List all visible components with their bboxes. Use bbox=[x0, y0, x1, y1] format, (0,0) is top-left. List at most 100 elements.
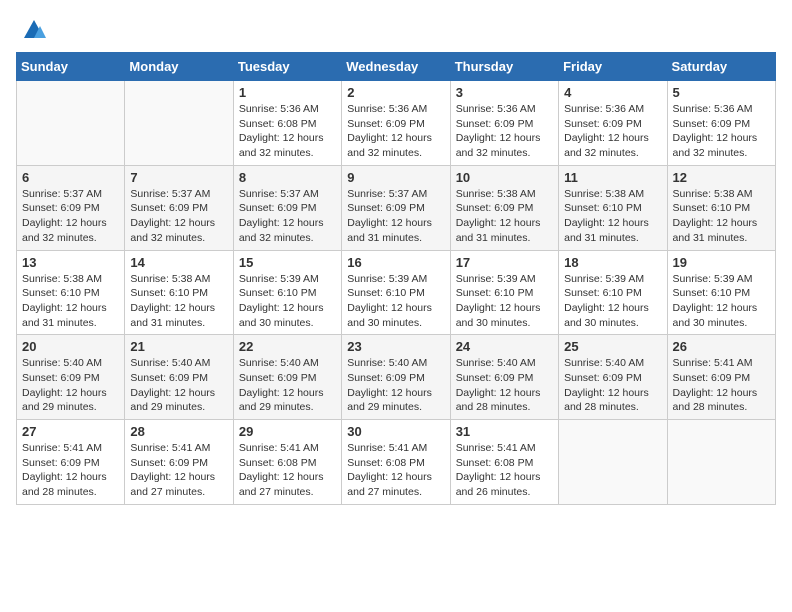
calendar-table: SundayMondayTuesdayWednesdayThursdayFrid… bbox=[16, 52, 776, 505]
day-info: Sunrise: 5:38 AM Sunset: 6:10 PM Dayligh… bbox=[673, 187, 770, 246]
calendar-cell: 23 Sunrise: 5:40 AM Sunset: 6:09 PM Dayli… bbox=[342, 335, 450, 420]
day-info: Sunrise: 5:36 AM Sunset: 6:09 PM Dayligh… bbox=[673, 102, 770, 161]
day-number: 15 bbox=[239, 255, 336, 270]
calendar-cell: 3 Sunrise: 5:36 AM Sunset: 6:09 PM Daylig… bbox=[450, 81, 558, 166]
calendar-cell: 11 Sunrise: 5:38 AM Sunset: 6:10 PM Dayli… bbox=[559, 165, 667, 250]
calendar-header-row: SundayMondayTuesdayWednesdayThursdayFrid… bbox=[17, 53, 776, 81]
calendar-cell: 22 Sunrise: 5:40 AM Sunset: 6:09 PM Dayli… bbox=[233, 335, 341, 420]
day-info: Sunrise: 5:40 AM Sunset: 6:09 PM Dayligh… bbox=[347, 356, 444, 415]
calendar-cell: 6 Sunrise: 5:37 AM Sunset: 6:09 PM Daylig… bbox=[17, 165, 125, 250]
day-number: 11 bbox=[564, 170, 661, 185]
day-info: Sunrise: 5:38 AM Sunset: 6:10 PM Dayligh… bbox=[130, 272, 227, 331]
calendar-cell: 9Sunrise: 5:37 AM Sunset: 6:09 PM Daylig… bbox=[342, 165, 450, 250]
day-info: Sunrise: 5:37 AM Sunset: 6:09 PM Dayligh… bbox=[239, 187, 336, 246]
calendar-header-sunday: Sunday bbox=[17, 53, 125, 81]
calendar-cell: 25 Sunrise: 5:40 AM Sunset: 6:09 PM Dayli… bbox=[559, 335, 667, 420]
day-info: Sunrise: 5:38 AM Sunset: 6:09 PM Dayligh… bbox=[456, 187, 553, 246]
calendar-cell: 31 Sunrise: 5:41 AM Sunset: 6:08 PM Dayli… bbox=[450, 420, 558, 505]
day-info: Sunrise: 5:37 AM Sunset: 6:09 PM Dayligh… bbox=[22, 187, 119, 246]
calendar-cell: 24 Sunrise: 5:40 AM Sunset: 6:09 PM Dayli… bbox=[450, 335, 558, 420]
day-number: 12 bbox=[673, 170, 770, 185]
day-number: 13 bbox=[22, 255, 119, 270]
calendar-cell bbox=[667, 420, 775, 505]
calendar-header-wednesday: Wednesday bbox=[342, 53, 450, 81]
calendar-cell: 14 Sunrise: 5:38 AM Sunset: 6:10 PM Dayli… bbox=[125, 250, 233, 335]
calendar-cell: 8 Sunrise: 5:37 AM Sunset: 6:09 PM Daylig… bbox=[233, 165, 341, 250]
calendar-cell: 20Sunrise: 5:40 AM Sunset: 6:09 PM Dayli… bbox=[17, 335, 125, 420]
calendar-week-row: 27 Sunrise: 5:41 AM Sunset: 6:09 PM Dayli… bbox=[17, 420, 776, 505]
day-number: 14 bbox=[130, 255, 227, 270]
day-number: 20 bbox=[22, 339, 119, 354]
day-number: 25 bbox=[564, 339, 661, 354]
day-number: 30 bbox=[347, 424, 444, 439]
calendar-header-tuesday: Tuesday bbox=[233, 53, 341, 81]
day-number: 1 bbox=[239, 85, 336, 100]
day-number: 7 bbox=[130, 170, 227, 185]
logo bbox=[16, 16, 48, 44]
day-info: Sunrise: 5:41 AM Sunset: 6:08 PM Dayligh… bbox=[456, 441, 553, 500]
day-info: Sunrise: 5:39 AM Sunset: 6:10 PM Dayligh… bbox=[347, 272, 444, 331]
day-number: 23 bbox=[347, 339, 444, 354]
day-number: 29 bbox=[239, 424, 336, 439]
day-number: 17 bbox=[456, 255, 553, 270]
day-info: Sunrise: 5:39 AM Sunset: 6:10 PM Dayligh… bbox=[564, 272, 661, 331]
day-number: 10 bbox=[456, 170, 553, 185]
day-number: 2 bbox=[347, 85, 444, 100]
calendar-cell: 18 Sunrise: 5:39 AM Sunset: 6:10 PM Dayli… bbox=[559, 250, 667, 335]
calendar-cell: 5Sunrise: 5:36 AM Sunset: 6:09 PM Daylig… bbox=[667, 81, 775, 166]
day-info: Sunrise: 5:37 AM Sunset: 6:09 PM Dayligh… bbox=[130, 187, 227, 246]
calendar-cell: 4 Sunrise: 5:36 AM Sunset: 6:09 PM Daylig… bbox=[559, 81, 667, 166]
page-header bbox=[16, 16, 776, 44]
day-info: Sunrise: 5:39 AM Sunset: 6:10 PM Dayligh… bbox=[673, 272, 770, 331]
calendar-cell bbox=[17, 81, 125, 166]
day-number: 22 bbox=[239, 339, 336, 354]
calendar-cell: 12 Sunrise: 5:38 AM Sunset: 6:10 PM Dayli… bbox=[667, 165, 775, 250]
day-info: Sunrise: 5:40 AM Sunset: 6:09 PM Dayligh… bbox=[239, 356, 336, 415]
calendar-cell bbox=[125, 81, 233, 166]
calendar-week-row: 6 Sunrise: 5:37 AM Sunset: 6:09 PM Daylig… bbox=[17, 165, 776, 250]
day-info: Sunrise: 5:41 AM Sunset: 6:08 PM Dayligh… bbox=[239, 441, 336, 500]
day-number: 19 bbox=[673, 255, 770, 270]
day-number: 21 bbox=[130, 339, 227, 354]
day-info: Sunrise: 5:41 AM Sunset: 6:09 PM Dayligh… bbox=[130, 441, 227, 500]
day-info: Sunrise: 5:36 AM Sunset: 6:09 PM Dayligh… bbox=[456, 102, 553, 161]
day-info: Sunrise: 5:41 AM Sunset: 6:09 PM Dayligh… bbox=[22, 441, 119, 500]
calendar-cell: 26 Sunrise: 5:41 AM Sunset: 6:09 PM Dayli… bbox=[667, 335, 775, 420]
day-number: 27 bbox=[22, 424, 119, 439]
day-number: 28 bbox=[130, 424, 227, 439]
day-info: Sunrise: 5:36 AM Sunset: 6:09 PM Dayligh… bbox=[564, 102, 661, 161]
calendar-header-friday: Friday bbox=[559, 53, 667, 81]
day-info: Sunrise: 5:40 AM Sunset: 6:09 PM Dayligh… bbox=[130, 356, 227, 415]
day-info: Sunrise: 5:41 AM Sunset: 6:09 PM Dayligh… bbox=[673, 356, 770, 415]
day-number: 26 bbox=[673, 339, 770, 354]
calendar-cell: 10 Sunrise: 5:38 AM Sunset: 6:09 PM Dayli… bbox=[450, 165, 558, 250]
day-number: 31 bbox=[456, 424, 553, 439]
day-number: 18 bbox=[564, 255, 661, 270]
day-number: 3 bbox=[456, 85, 553, 100]
calendar-cell: 27 Sunrise: 5:41 AM Sunset: 6:09 PM Dayli… bbox=[17, 420, 125, 505]
day-number: 24 bbox=[456, 339, 553, 354]
day-info: Sunrise: 5:40 AM Sunset: 6:09 PM Dayligh… bbox=[456, 356, 553, 415]
day-info: Sunrise: 5:37 AM Sunset: 6:09 PM Dayligh… bbox=[347, 187, 444, 246]
day-info: Sunrise: 5:40 AM Sunset: 6:09 PM Dayligh… bbox=[564, 356, 661, 415]
calendar-header-thursday: Thursday bbox=[450, 53, 558, 81]
day-number: 6 bbox=[22, 170, 119, 185]
calendar-cell: 16 Sunrise: 5:39 AM Sunset: 6:10 PM Dayli… bbox=[342, 250, 450, 335]
calendar-cell: 2Sunrise: 5:36 AM Sunset: 6:09 PM Daylig… bbox=[342, 81, 450, 166]
day-number: 16 bbox=[347, 255, 444, 270]
calendar-cell: 15 Sunrise: 5:39 AM Sunset: 6:10 PM Dayli… bbox=[233, 250, 341, 335]
day-info: Sunrise: 5:39 AM Sunset: 6:10 PM Dayligh… bbox=[239, 272, 336, 331]
calendar-header-saturday: Saturday bbox=[667, 53, 775, 81]
day-info: Sunrise: 5:38 AM Sunset: 6:10 PM Dayligh… bbox=[22, 272, 119, 331]
day-number: 4 bbox=[564, 85, 661, 100]
calendar-cell: 29 Sunrise: 5:41 AM Sunset: 6:08 PM Dayli… bbox=[233, 420, 341, 505]
day-info: Sunrise: 5:41 AM Sunset: 6:08 PM Dayligh… bbox=[347, 441, 444, 500]
day-number: 8 bbox=[239, 170, 336, 185]
day-info: Sunrise: 5:39 AM Sunset: 6:10 PM Dayligh… bbox=[456, 272, 553, 331]
calendar-cell: 1 Sunrise: 5:36 AM Sunset: 6:08 PM Daylig… bbox=[233, 81, 341, 166]
logo-icon bbox=[20, 16, 48, 44]
day-info: Sunrise: 5:38 AM Sunset: 6:10 PM Dayligh… bbox=[564, 187, 661, 246]
calendar-cell: 13 Sunrise: 5:38 AM Sunset: 6:10 PM Dayli… bbox=[17, 250, 125, 335]
day-info: Sunrise: 5:36 AM Sunset: 6:08 PM Dayligh… bbox=[239, 102, 336, 161]
calendar-cell bbox=[559, 420, 667, 505]
